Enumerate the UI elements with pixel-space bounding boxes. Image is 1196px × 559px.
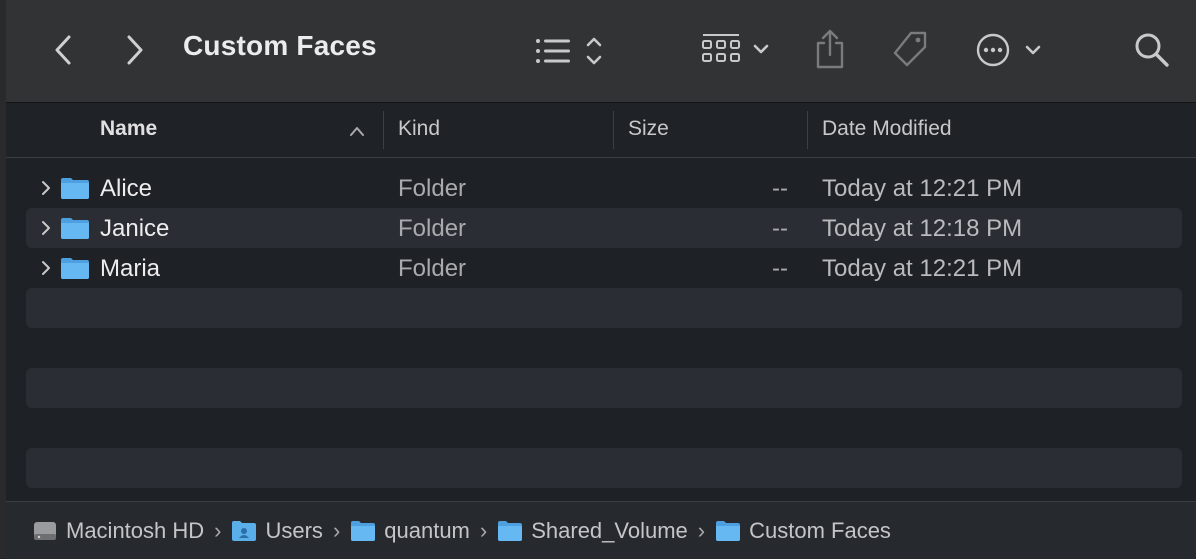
path-item-label: Macintosh HD (66, 517, 205, 543)
column-divider[interactable] (383, 111, 384, 149)
path-separator-icon: › (479, 517, 488, 543)
share-button[interactable] (810, 26, 850, 72)
search-button[interactable] (1130, 28, 1174, 72)
search-icon (1135, 33, 1169, 67)
chevron-right-icon (127, 35, 143, 65)
path-separator-icon: › (214, 517, 222, 543)
window-title: Custom Faces (183, 30, 377, 61)
column-header-date-modified[interactable]: Date Modified (822, 117, 952, 141)
path-bar: Macintosh HD › Users › quantum › Shared_… (6, 501, 1196, 559)
column-header-row: Name Kind Size Date Modified (6, 103, 1196, 158)
path-item-shared-volume[interactable]: Shared_Volume (497, 518, 688, 544)
folder-icon (61, 218, 89, 239)
hard-drive-icon (34, 521, 56, 540)
users-folder-icon (232, 520, 257, 541)
empty-row (26, 288, 1182, 328)
path-separator-icon: › (332, 517, 341, 543)
path-item-quantum[interactable]: quantum (350, 518, 470, 544)
path-item-users[interactable]: Users (231, 517, 323, 544)
back-button[interactable] (46, 30, 80, 70)
path-item-label: quantum (384, 517, 470, 543)
finder-window: Custom Faces Name Kind Size Date Modifie… (0, 0, 1196, 559)
disclosure-triangle-icon[interactable] (40, 219, 52, 237)
tag-button[interactable] (888, 28, 932, 72)
path-item-label: Custom Faces (749, 517, 891, 543)
file-date-modified: Today at 12:18 PM (822, 215, 1023, 242)
list-view-icon (536, 37, 602, 65)
list-item[interactable]: Maria Folder -- Today at 12:21 PM (26, 248, 1182, 288)
column-divider[interactable] (613, 111, 614, 149)
path-item-custom-faces[interactable]: Custom Faces (715, 518, 891, 544)
disclosure-triangle-icon[interactable] (40, 259, 52, 277)
file-name: Alice (100, 175, 153, 202)
empty-row (26, 368, 1182, 408)
column-header-size[interactable]: Size (628, 117, 669, 141)
file-size: -- (772, 215, 788, 242)
file-size: -- (772, 255, 788, 282)
path-separator-icon: › (697, 517, 706, 543)
ellipsis-circle-icon (976, 33, 1041, 67)
folder-icon (61, 178, 89, 199)
tag-icon (893, 31, 927, 67)
file-kind: Folder (398, 215, 467, 242)
folder-icon (61, 258, 89, 279)
column-header-name[interactable]: Name (100, 117, 157, 141)
list-item[interactable]: Alice Folder -- Today at 12:21 PM (26, 168, 1182, 208)
share-icon (816, 29, 844, 69)
toolbar: Custom Faces (6, 0, 1196, 103)
path-item-label: Shared_Volume (531, 517, 688, 543)
chevron-left-icon (55, 35, 71, 65)
list-item[interactable]: Janice Folder -- Today at 12:18 PM (26, 208, 1182, 248)
file-name: Janice (100, 215, 170, 242)
disclosure-triangle-icon[interactable] (40, 179, 52, 197)
empty-row (26, 448, 1182, 488)
file-date-modified: Today at 12:21 PM (822, 175, 1023, 202)
path-item-macintosh-hd[interactable]: Macintosh HD (32, 518, 204, 544)
folder-icon (498, 520, 523, 541)
group-button[interactable] (698, 28, 776, 70)
file-size: -- (772, 175, 788, 202)
file-kind: Folder (398, 175, 467, 202)
sort-ascending-icon[interactable] (349, 125, 365, 137)
column-divider[interactable] (807, 111, 808, 149)
file-kind: Folder (398, 255, 467, 282)
folder-icon (351, 520, 376, 541)
file-name: Maria (100, 255, 161, 282)
file-date-modified: Today at 12:21 PM (822, 255, 1023, 282)
path-item-label: Users (265, 517, 323, 543)
view-options-button[interactable] (528, 32, 606, 70)
forward-button[interactable] (118, 30, 152, 70)
more-actions-button[interactable] (972, 30, 1048, 70)
group-grid-icon (702, 34, 769, 62)
folder-icon (716, 520, 741, 541)
column-header-kind[interactable]: Kind (398, 117, 440, 141)
